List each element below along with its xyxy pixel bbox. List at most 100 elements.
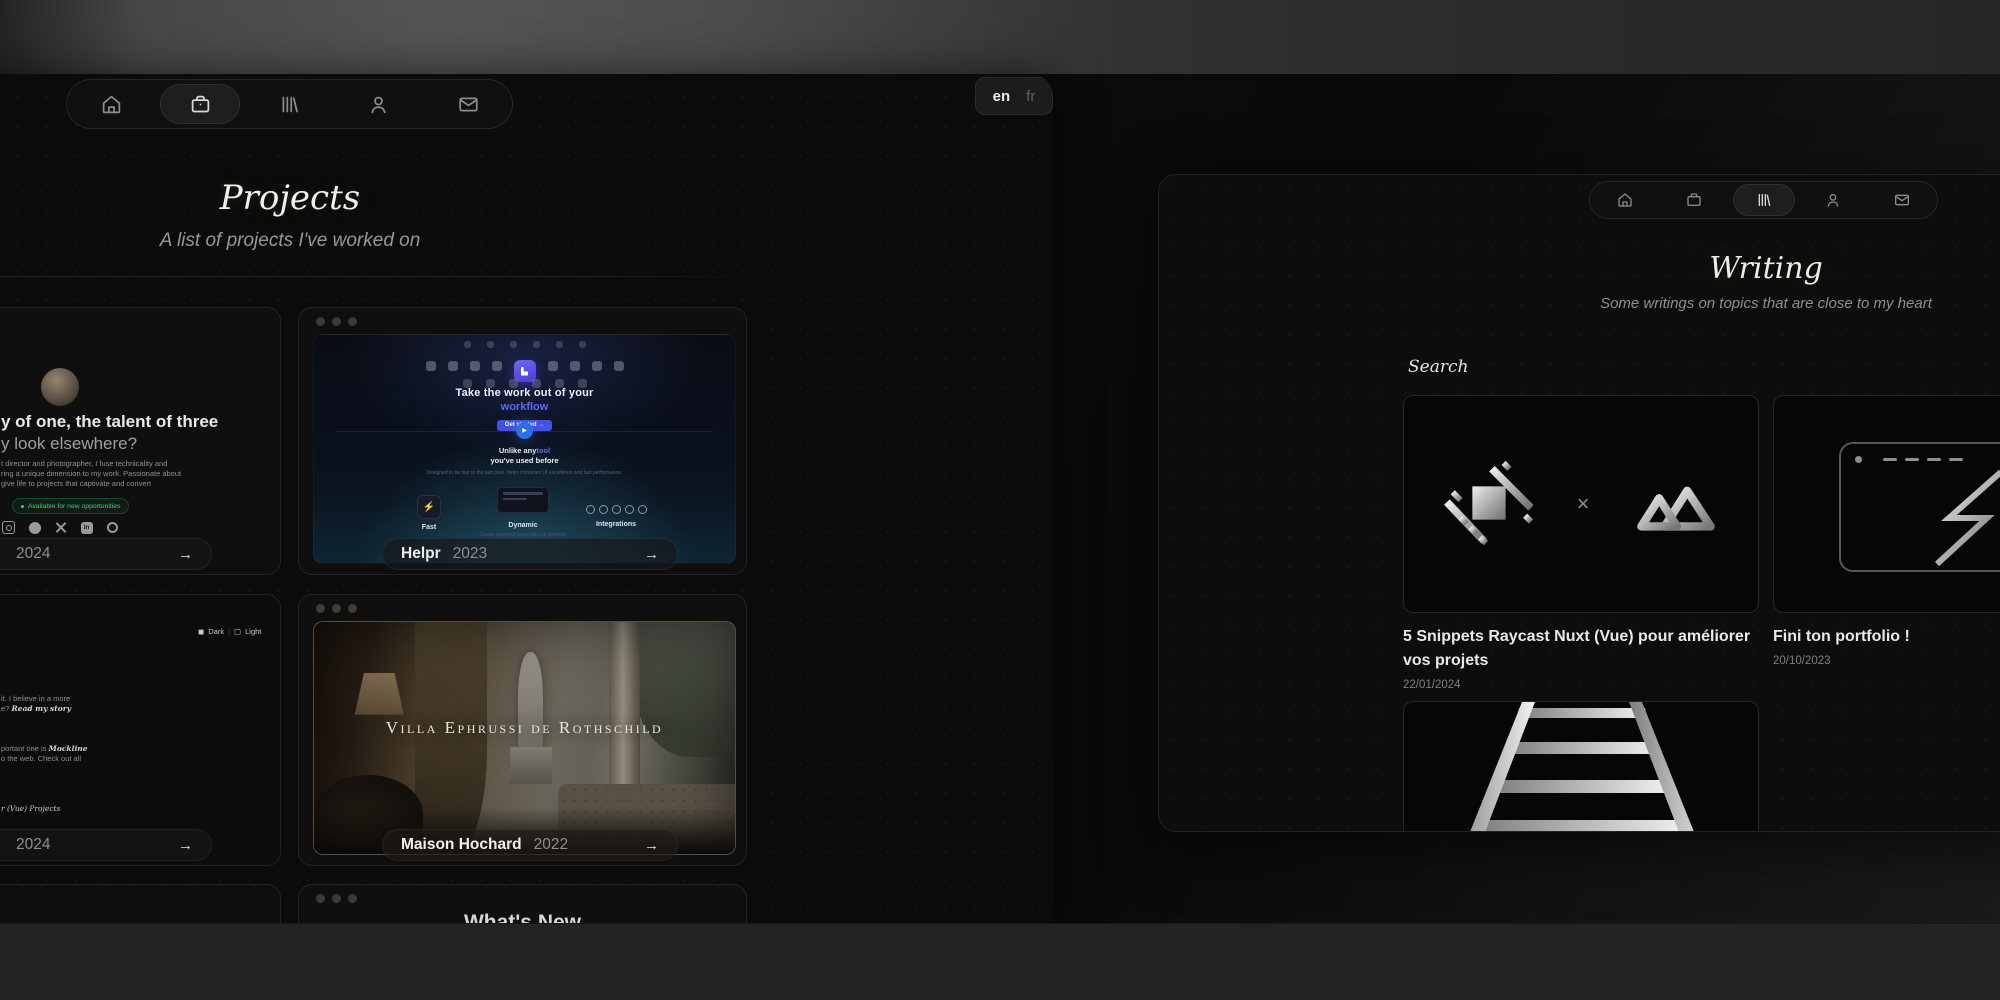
lang-fr[interactable]: fr — [1026, 88, 1035, 105]
project-card-story[interactable]: ◼ Dark | ▢ Light it. I believe in a more… — [0, 594, 281, 866]
project-year: 2022 — [534, 836, 568, 854]
intro-card-footer[interactable]: 2024 → — [0, 538, 212, 570]
story-fragment-3: r (Vue) Projects — [1, 804, 60, 814]
project-card-partial[interactable] — [0, 884, 281, 923]
projects-window: en fr Projects A list of projects I've w… — [0, 74, 1053, 923]
github-icon[interactable] — [27, 520, 42, 535]
status-dot-icon — [21, 505, 24, 508]
language-switcher: en fr — [975, 77, 1053, 115]
story-fragment-2: portant one is Mockline o the web. Check… — [1, 744, 88, 764]
browser-mock-icon — [1839, 442, 2000, 572]
screenshot-stage: en fr Projects A list of projects I've w… — [0, 0, 2000, 1000]
lang-en[interactable]: en — [993, 88, 1011, 105]
nav-projects[interactable] — [1676, 182, 1712, 218]
feature-dynamic: Dynamic Create powerful flows with our d… — [463, 487, 583, 538]
post-cover: × — [1404, 396, 1758, 612]
nav-home[interactable] — [89, 82, 133, 126]
instagram-icon[interactable] — [1, 520, 16, 535]
post-title[interactable]: Fini ton portfolio ! 20/10/2023 — [1773, 625, 2000, 668]
play-button[interactable]: ▶ — [516, 422, 533, 439]
home-icon — [101, 94, 122, 115]
app-icons-row — [314, 341, 735, 348]
mockline-link[interactable]: Mockline — [49, 744, 88, 753]
intro-headline-1: y of one, the talent of three — [1, 412, 218, 432]
theme-dark-label: Dark — [208, 627, 224, 636]
separator: | — [228, 627, 230, 636]
whats-new-title: What's New — [299, 911, 746, 923]
project-card-intro[interactable]: y of one, the talent of three y look els… — [0, 307, 281, 575]
post-title[interactable]: 5 Snippets Raycast Nuxt (Vue) pour améli… — [1403, 625, 1763, 692]
window-dots-icon — [316, 894, 357, 903]
nuxt-logo-icon — [1633, 471, 1719, 537]
lightning-icon: ⚡ — [417, 495, 441, 519]
app-icons-row — [314, 355, 735, 377]
linkedin-icon[interactable]: in — [79, 520, 94, 535]
nav-about[interactable] — [357, 82, 401, 126]
photo-caption: Villa Ephrussi de Rothschild — [314, 718, 735, 738]
project-year: 2024 — [16, 545, 50, 563]
main-nav — [66, 79, 513, 129]
project-year: 2024 — [16, 836, 50, 854]
nav-about[interactable] — [1815, 182, 1851, 218]
multiply-icon: × — [1577, 491, 1590, 517]
maison-photo: Villa Ephrussi de Rothschild — [313, 621, 736, 855]
project-card-maison[interactable]: Villa Ephrussi de Rothschild Maison Hoch… — [298, 594, 747, 866]
page-subtitle: Some writings on topics that are close t… — [1403, 295, 2000, 312]
mail-icon — [458, 94, 479, 115]
ladder-graphic — [1404, 702, 1759, 832]
availability-badge: Available for new opportunities — [12, 498, 129, 514]
nav-contact[interactable] — [446, 82, 490, 126]
nav-writing[interactable] — [1746, 182, 1782, 218]
main-nav — [1589, 181, 1938, 219]
bento-icon[interactable] — [105, 520, 120, 535]
arrow-right-icon: → — [178, 837, 193, 854]
post-card-portfolio[interactable] — [1773, 395, 2000, 613]
maison-card-footer[interactable]: Maison Hochard 2022 → — [382, 829, 678, 861]
dark-square-icon: ◼ — [198, 627, 204, 636]
intro-body-line: ring a unique dimension to my work. Pass… — [1, 469, 181, 479]
page-subtitle: A list of projects I've worked on — [0, 230, 760, 252]
nav-projects[interactable] — [178, 82, 222, 126]
search-label[interactable]: Search — [1408, 357, 1468, 377]
light-square-icon: ▢ — [234, 627, 241, 636]
page-title: Writing — [1403, 251, 2000, 286]
theme-toggle[interactable]: ◼ Dark | ▢ Light — [198, 627, 261, 636]
story-card-footer[interactable]: 2024 → — [0, 829, 212, 861]
read-my-story-link[interactable]: Read my story — [11, 704, 71, 713]
helpr-hero-line1: Take the work out of your — [314, 387, 735, 399]
briefcase-icon — [190, 94, 211, 115]
post-card-raycast-nuxt[interactable]: × — [1403, 395, 1759, 613]
project-year: 2023 — [453, 545, 487, 563]
header-divider — [0, 276, 760, 277]
mini-card-icon — [497, 487, 549, 513]
feature-integrations: Integrations — [576, 498, 656, 528]
helpr-tagline-2: you've used before — [314, 456, 735, 465]
project-card-whats-new[interactable]: What's New — [298, 884, 747, 923]
window-dots-icon — [316, 317, 357, 326]
avatar — [41, 368, 79, 406]
arrow-right-icon: → — [178, 546, 193, 563]
helpr-hero-line2: workflow — [314, 401, 735, 413]
raycast-logo-icon — [1443, 459, 1533, 549]
project-card-helpr[interactable]: Take the work out of your workflow Get s… — [298, 307, 747, 575]
helpr-tagline-1: Unlike any tool — [314, 446, 735, 455]
nav-writing[interactable] — [268, 82, 312, 126]
helpr-caption: Designed to be fast to the last pixel, h… — [314, 470, 735, 476]
writing-window: Writing Some writings on topics that are… — [1158, 174, 2000, 832]
user-icon — [368, 94, 389, 115]
x-twitter-icon[interactable] — [53, 520, 68, 535]
post-card-ladder[interactable] — [1403, 701, 1759, 832]
mail-icon — [1894, 192, 1910, 208]
library-icon — [1756, 192, 1772, 208]
lightning-bolt-icon — [1927, 466, 2000, 570]
page-title: Projects — [0, 178, 760, 218]
background-top-band — [0, 0, 2000, 74]
nav-home[interactable] — [1607, 182, 1643, 218]
nav-contact[interactable] — [1884, 182, 1920, 218]
intro-body: t director and photographer, I fuse tech… — [1, 459, 181, 489]
story-fragment-1: it. I believe in a more e? Read my story — [1, 694, 71, 714]
dark-overlay — [314, 622, 735, 854]
user-icon — [1825, 192, 1841, 208]
helpr-card-footer[interactable]: Helpr 2023 → — [382, 538, 678, 570]
project-name: Maison Hochard — [401, 836, 522, 854]
